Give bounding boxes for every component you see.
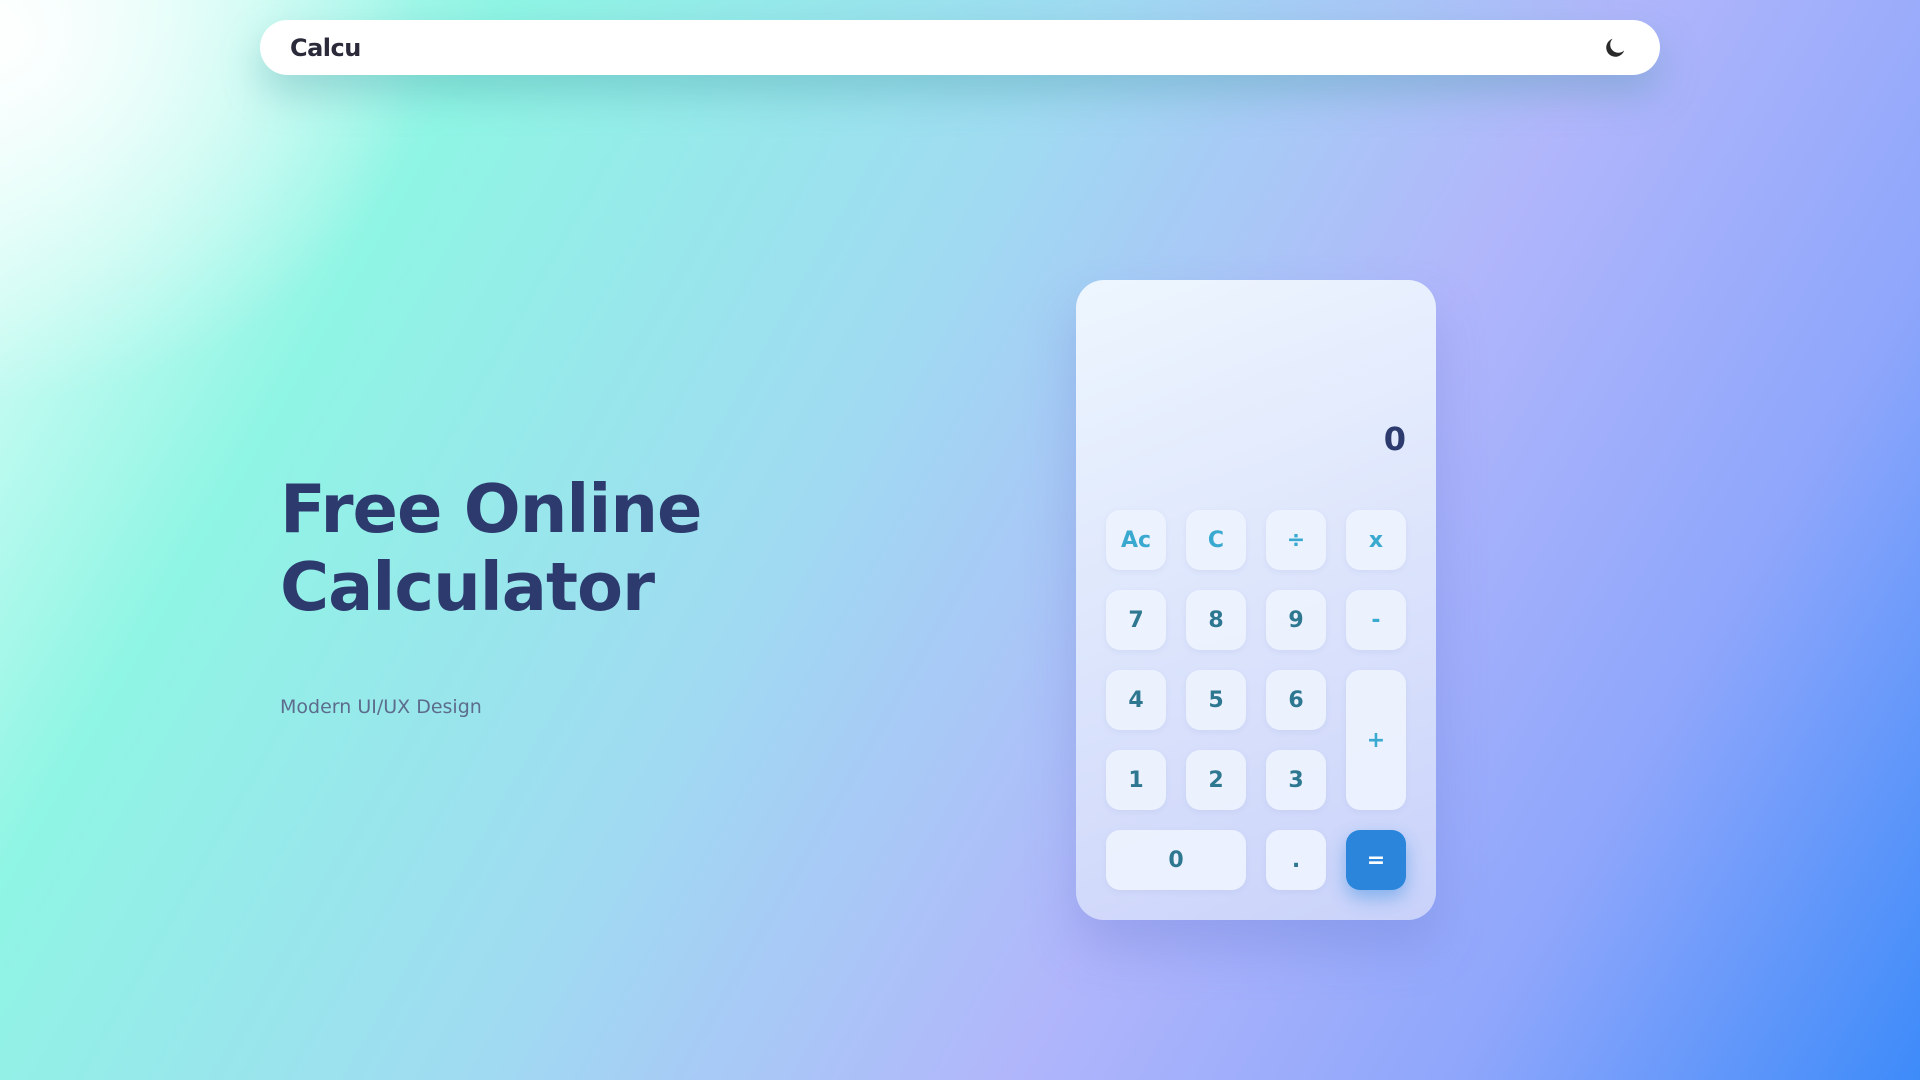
top-navbar: Calcu: [260, 20, 1660, 75]
hero-title: Free Online Calculator: [280, 470, 900, 626]
moon-icon[interactable]: [1600, 33, 1630, 63]
app-logo[interactable]: Calcu: [290, 34, 361, 62]
minus-button[interactable]: -: [1346, 590, 1406, 650]
hero-title-line-1: Free Online: [280, 470, 702, 548]
digit-1-button[interactable]: 1: [1106, 750, 1166, 810]
all-clear-button[interactable]: Ac: [1106, 510, 1166, 570]
calculator-widget: 0 Ac C ÷ x 7 8 9 - 4 5 6 + 1 2 3 0 . =: [1076, 280, 1436, 920]
equals-button[interactable]: =: [1346, 830, 1406, 890]
calculator-keypad: Ac C ÷ x 7 8 9 - 4 5 6 + 1 2 3 0 . =: [1106, 510, 1406, 890]
calculator-display: 0: [1383, 420, 1406, 458]
digit-9-button[interactable]: 9: [1266, 590, 1326, 650]
digit-2-button[interactable]: 2: [1186, 750, 1246, 810]
clear-button[interactable]: C: [1186, 510, 1246, 570]
hero-title-line-2: Calculator: [280, 548, 655, 626]
digit-7-button[interactable]: 7: [1106, 590, 1166, 650]
digit-3-button[interactable]: 3: [1266, 750, 1326, 810]
digit-6-button[interactable]: 6: [1266, 670, 1326, 730]
digit-8-button[interactable]: 8: [1186, 590, 1246, 650]
hero-subtitle: Modern UI/UX Design: [280, 696, 482, 718]
digit-4-button[interactable]: 4: [1106, 670, 1166, 730]
divide-button[interactable]: ÷: [1266, 510, 1326, 570]
digit-0-button[interactable]: 0: [1106, 830, 1246, 890]
plus-button[interactable]: +: [1346, 670, 1406, 810]
digit-5-button[interactable]: 5: [1186, 670, 1246, 730]
decimal-button[interactable]: .: [1266, 830, 1326, 890]
multiply-button[interactable]: x: [1346, 510, 1406, 570]
hero-section: Free Online Calculator Modern UI/UX Desi…: [280, 470, 900, 718]
